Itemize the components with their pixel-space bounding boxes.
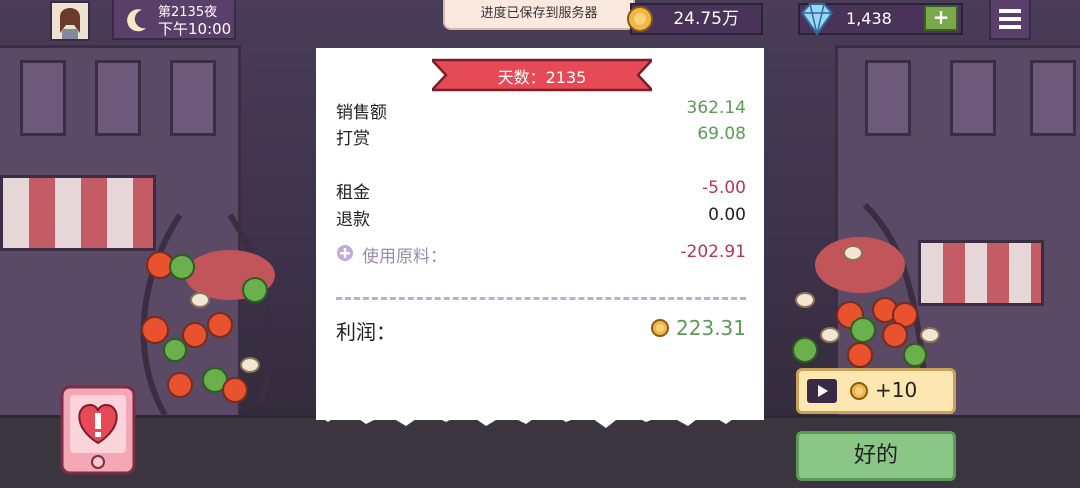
building-window	[950, 60, 996, 136]
rent-value: -5.00	[702, 178, 746, 198]
refund-label: 退款	[336, 210, 370, 230]
rent-row: 租金 -5.00	[336, 178, 746, 203]
diamond-icon	[800, 3, 834, 36]
building-window	[1030, 60, 1076, 136]
coin-icon	[627, 6, 653, 32]
ingredients-label: 使用原料：	[362, 247, 447, 267]
sales-row: 销售额 362.14	[336, 98, 746, 123]
veggie-stand-left	[140, 213, 275, 417]
tips-label: 打赏	[336, 129, 370, 149]
ingredients-value: -202.91	[680, 242, 746, 262]
rent-label: 租金	[336, 183, 370, 203]
ad-reward-amount: +10	[875, 378, 918, 402]
building-window	[20, 60, 66, 136]
building-window	[865, 60, 911, 136]
time-label: 下午10:00	[158, 20, 232, 38]
player-avatar[interactable]	[50, 1, 90, 41]
profit-value: 223.31	[676, 316, 746, 340]
coin-amount: 24.75万	[673, 9, 739, 29]
refund-value: 0.00	[708, 205, 746, 225]
coin-icon	[850, 382, 868, 400]
sales-label: 销售额	[336, 103, 387, 123]
profit-row: 利润： 223.31	[336, 316, 746, 345]
heart-alert-icon	[60, 385, 136, 475]
menu-icon	[999, 9, 1021, 29]
refund-row: 退款 0.00	[336, 205, 746, 230]
day-banner-text: 天数：2135	[497, 68, 587, 87]
coin-icon	[651, 319, 669, 337]
profit-label: 利润：	[336, 320, 396, 344]
tips-row: 打赏 69.08	[336, 124, 746, 149]
night-counter: 第2135夜 下午10:00	[112, 0, 236, 40]
save-toast: 进度已保存到服务器	[443, 0, 635, 30]
ok-button[interactable]: 好的	[796, 431, 956, 481]
gem-amount: 1,438	[846, 9, 892, 28]
menu-button[interactable]	[989, 0, 1031, 40]
moon-icon	[127, 9, 146, 32]
add-gems-button[interactable]: +	[924, 5, 958, 31]
phone-alert-button[interactable]	[58, 383, 138, 478]
plus-icon: +	[932, 5, 950, 29]
building-window	[95, 60, 141, 136]
tips-value: 69.08	[697, 124, 746, 144]
avatar-icon	[60, 8, 80, 39]
veggie-stand-right	[792, 202, 940, 386]
coin-balance: 24.75万	[627, 3, 763, 35]
play-icon	[807, 379, 837, 403]
receipt-divider	[336, 297, 746, 300]
receipt-torn-edge	[316, 400, 764, 428]
building-window	[170, 60, 216, 136]
gem-balance: 1,438 +	[798, 3, 963, 36]
watch-ad-button[interactable]: +10	[796, 368, 956, 414]
sales-value: 362.14	[686, 98, 746, 118]
expand-icon[interactable]	[336, 244, 354, 262]
